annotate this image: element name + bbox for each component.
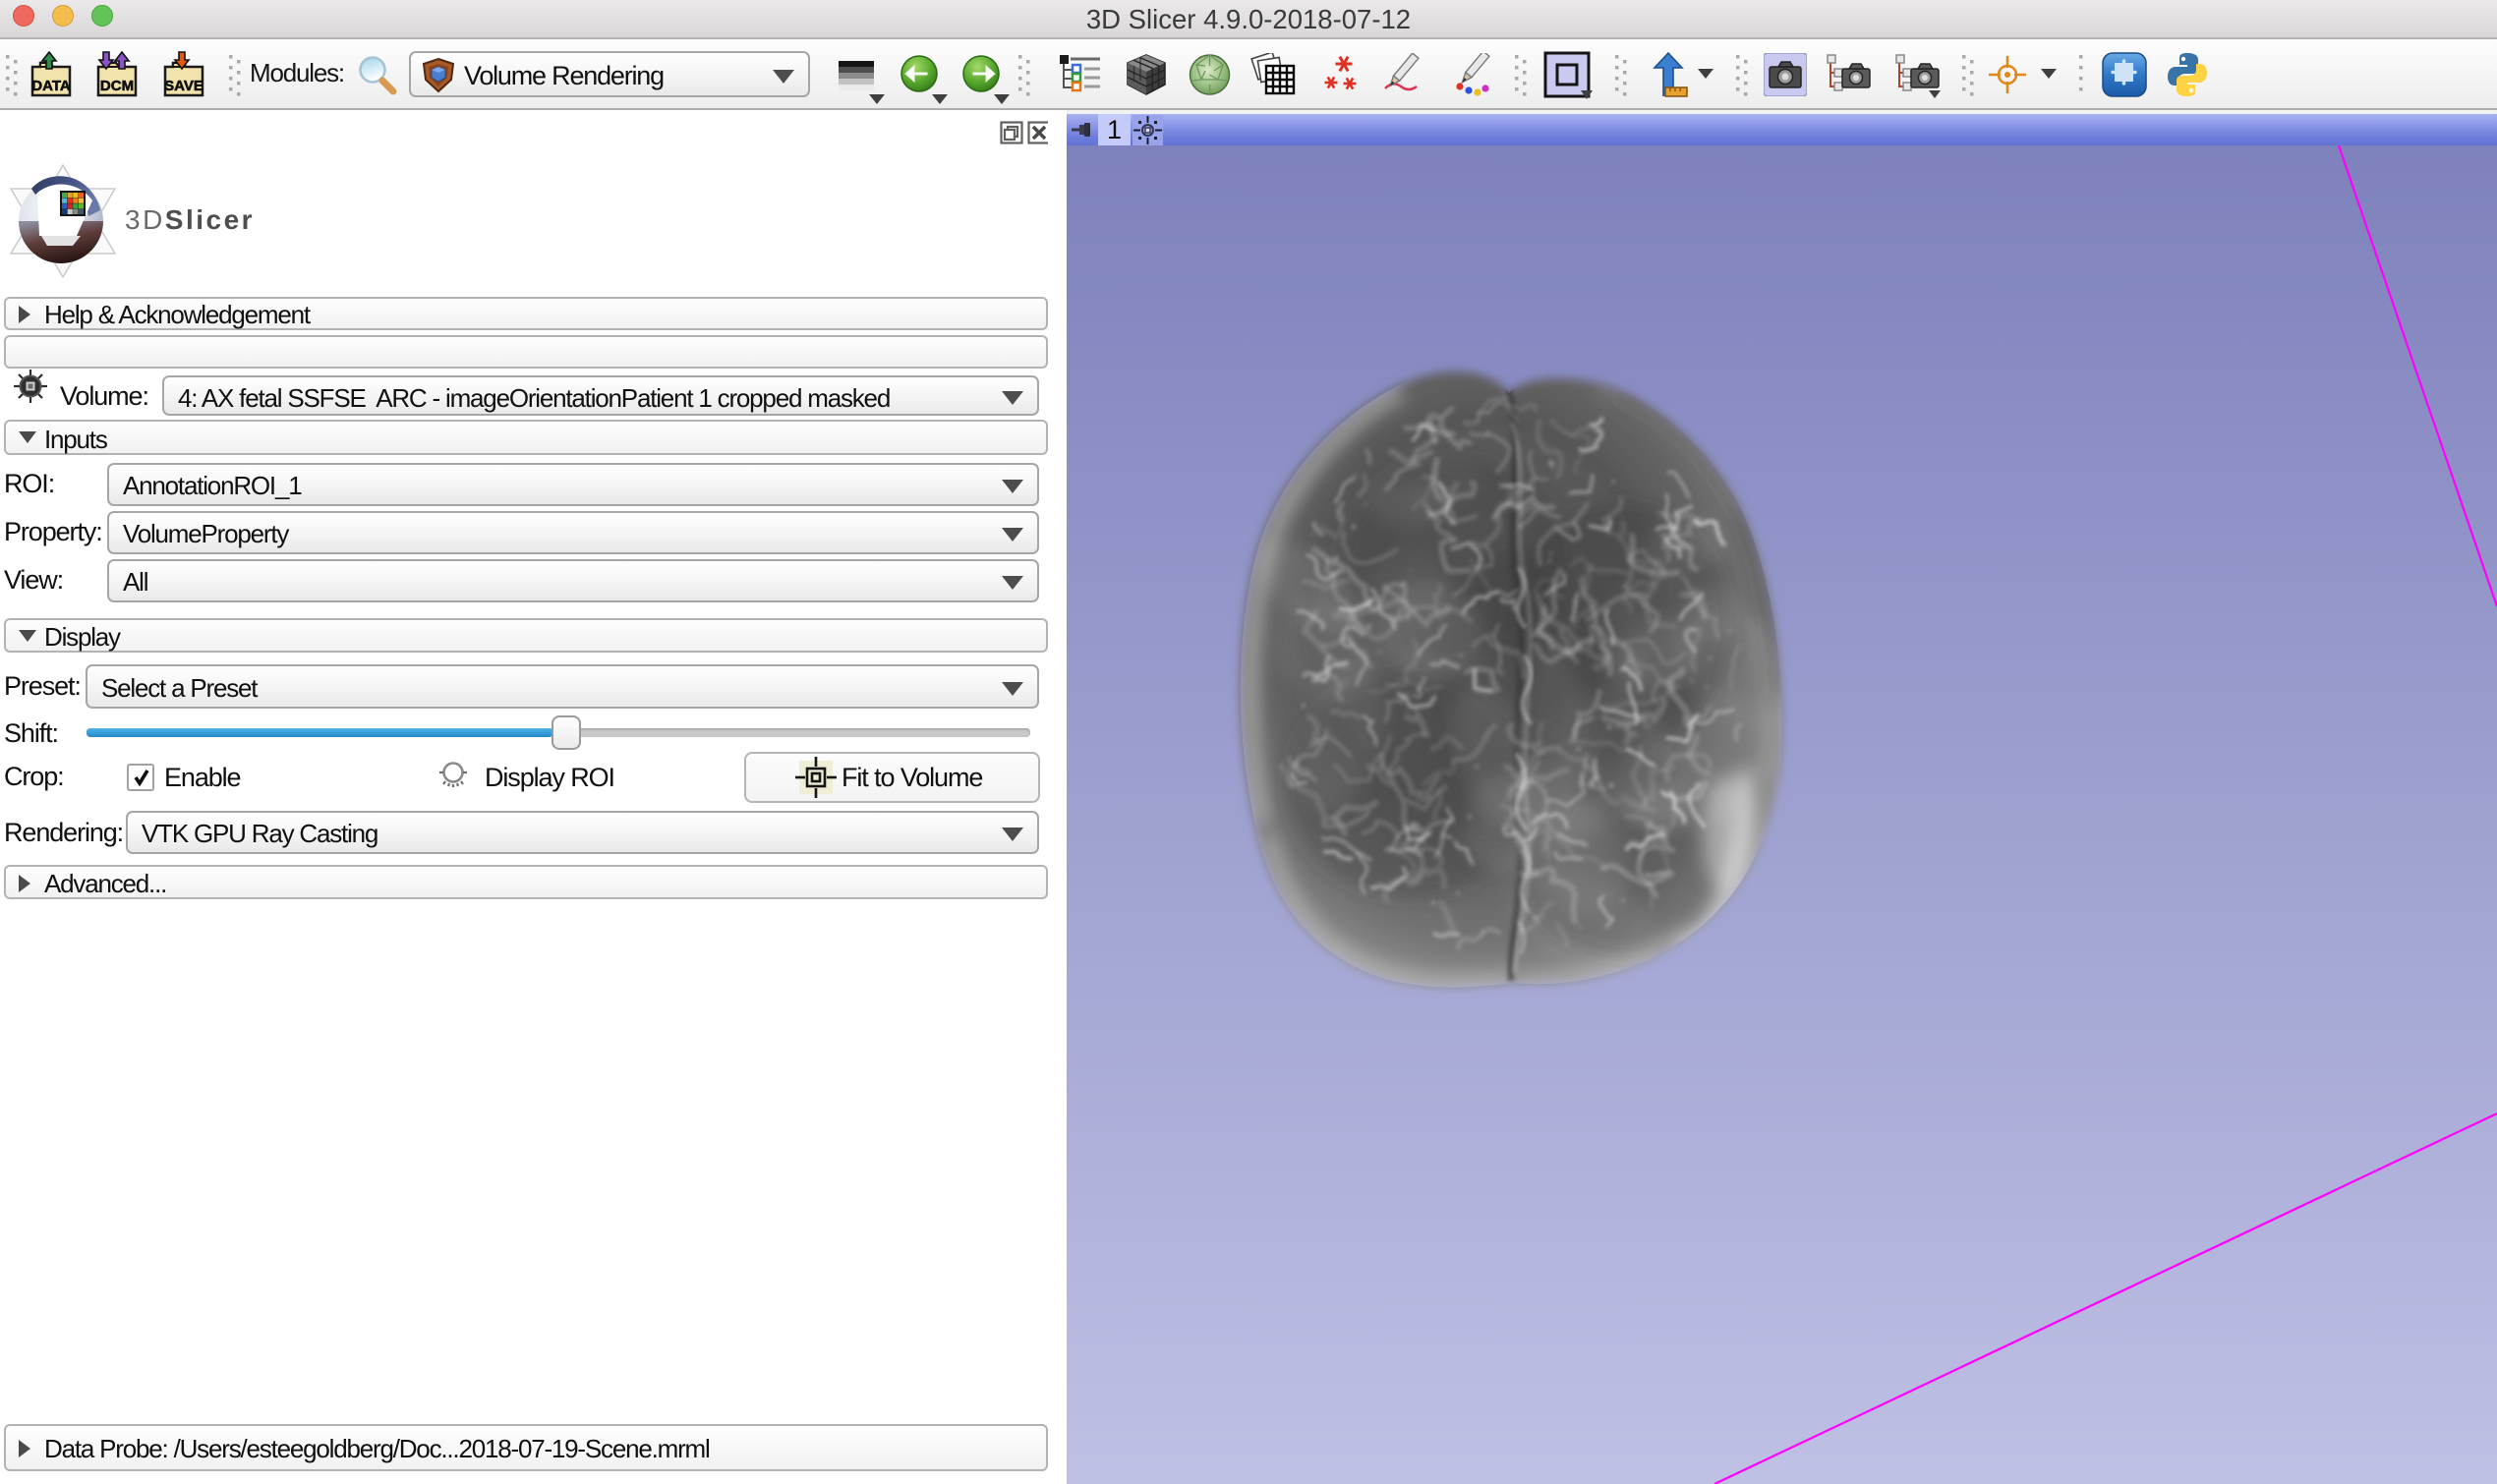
svg-text:DCM: DCM bbox=[100, 78, 134, 94]
svg-text:SAVE: SAVE bbox=[164, 78, 203, 94]
svg-text:DATA: DATA bbox=[31, 78, 71, 94]
